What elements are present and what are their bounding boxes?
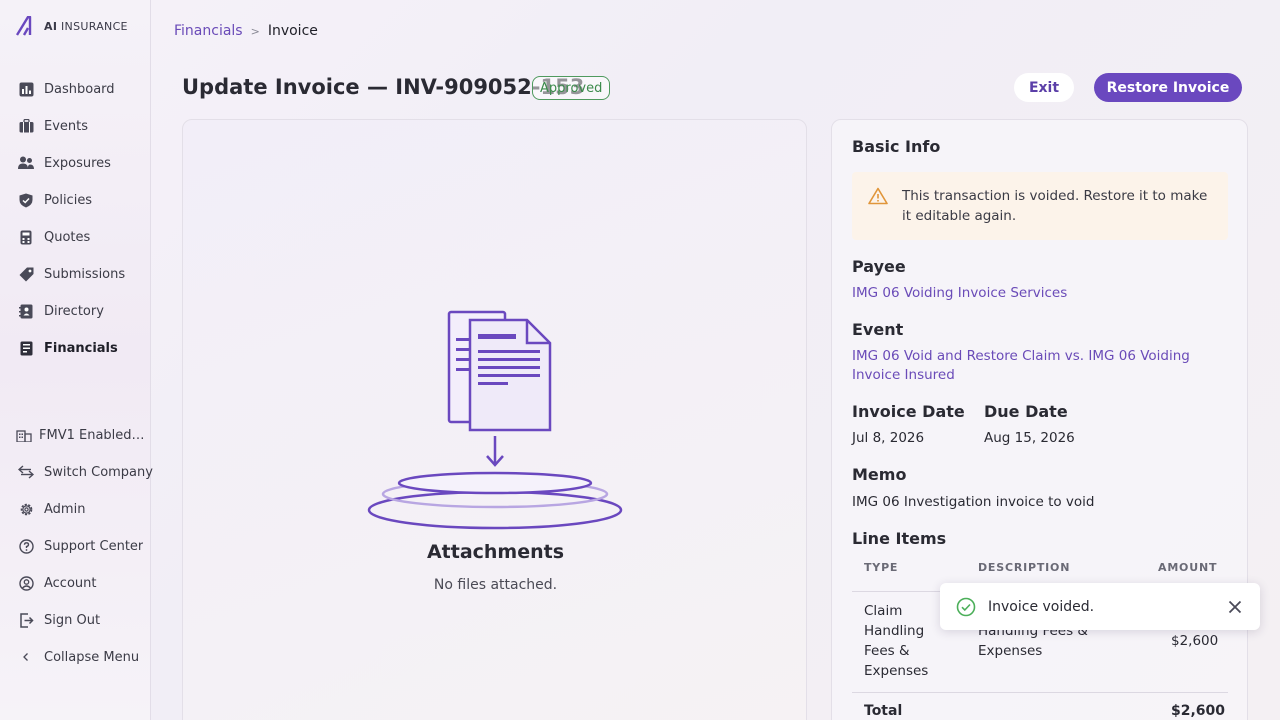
sidebar-item-account[interactable]: Account [18, 572, 97, 594]
sidebar-item-submissions[interactable]: Submissions [18, 263, 125, 285]
help-circle-icon [18, 538, 34, 554]
total-value: $2,600 [1171, 703, 1226, 719]
briefcase-icon [18, 118, 34, 134]
logo-text: AI INSURANCE [44, 19, 128, 33]
exit-button[interactable]: Exit [1014, 73, 1074, 102]
breadcrumb-financials-link[interactable]: Financials [174, 23, 243, 39]
sidebar-item-policies[interactable]: Policies [18, 189, 92, 211]
attachments-illustration [367, 310, 625, 536]
memo-value: IMG 06 Investigation invoice to void [852, 494, 1095, 510]
breadcrumb-separator: > [250, 24, 260, 38]
memo-label: Memo [852, 465, 907, 484]
warning-text: This transaction is voided. Restore it t… [902, 188, 1208, 224]
event-label: Event [852, 320, 904, 339]
sidebar-item-switch-company[interactable]: Switch Company [18, 461, 153, 483]
attachments-title: Attachments [426, 541, 565, 563]
shield-icon [18, 192, 34, 208]
app-logo[interactable]: AI INSURANCE [16, 16, 128, 36]
calculator-icon [18, 229, 34, 245]
sidebar-item-exposures[interactable]: Exposures [18, 152, 111, 174]
ledger-icon [18, 340, 34, 356]
tag-icon [18, 266, 34, 282]
contact-book-icon [18, 303, 34, 319]
chevron-left-icon [18, 649, 34, 665]
bar-chart-icon [18, 81, 34, 97]
status-badge: Approved [532, 76, 611, 100]
attachments-empty-text: No files attached. [433, 577, 558, 593]
column-header-type: TYPE [864, 561, 899, 574]
sidebar-item-dashboard[interactable]: Dashboard [18, 78, 115, 100]
building-icon [16, 427, 32, 443]
column-header-amount: AMOUNT [1158, 561, 1218, 574]
close-icon[interactable] [1226, 598, 1244, 616]
event-link[interactable]: IMG 06 Void and Restore Claim vs. IMG 06… [852, 347, 1237, 385]
page-title: Update Invoice — INV-909052-153 [182, 75, 585, 99]
basic-info-title: Basic Info [852, 137, 941, 156]
sidebar-item-quotes[interactable]: Quotes [18, 226, 90, 248]
total-label: Total [864, 703, 903, 719]
voided-warning-banner: This transaction is voided. Restore it t… [852, 172, 1228, 240]
sidebar-item-events[interactable]: Events [18, 115, 88, 137]
warning-triangle-icon [868, 187, 888, 207]
sidebar-item-financials[interactable]: Financials [18, 337, 118, 359]
sidebar: AI INSURANCE Dashboard Events Exposures … [0, 0, 153, 720]
column-header-description: DESCRIPTION [978, 561, 1071, 574]
sidebar-item-support-center[interactable]: Support Center [18, 535, 143, 557]
breadcrumb-current: Invoice [267, 23, 318, 39]
due-date-label: Due Date [984, 402, 1068, 421]
sign-out-icon [18, 612, 34, 628]
sidebar-item-admin[interactable]: Admin [18, 498, 85, 520]
breadcrumb: Financials > Invoice [174, 23, 318, 39]
attachments-dropzone[interactable]: Attachments No files attached. [182, 119, 807, 720]
table-divider [852, 692, 1228, 693]
switch-arrows-icon [18, 464, 34, 480]
toast-notification: Invoice voided. [940, 583, 1260, 630]
gear-icon [18, 501, 34, 517]
sidebar-item-company[interactable]: FMV1 Enabled … [16, 424, 146, 446]
payee-label: Payee [852, 257, 906, 276]
toast-message: Invoice voided. [988, 598, 1095, 615]
user-circle-icon [18, 575, 34, 591]
payee-link[interactable]: IMG 06 Voiding Invoice Services [852, 284, 1237, 303]
ai-logo-icon [16, 16, 32, 36]
people-icon [18, 155, 34, 171]
sidebar-item-collapse-menu[interactable]: Collapse Menu [18, 646, 139, 668]
invoice-date-value: Jul 8, 2026 [852, 430, 925, 446]
line-items-label: Line Items [852, 529, 947, 548]
sidebar-item-sign-out[interactable]: Sign Out [18, 609, 100, 631]
line-item-amount: $2,600 [1171, 633, 1219, 649]
document-upload-icon [367, 310, 623, 530]
invoice-date-label: Invoice Date [852, 402, 965, 421]
restore-invoice-button[interactable]: Restore Invoice [1094, 73, 1242, 102]
check-circle-icon [956, 597, 976, 617]
sidebar-item-directory[interactable]: Directory [18, 300, 104, 322]
due-date-value: Aug 15, 2026 [984, 430, 1075, 446]
